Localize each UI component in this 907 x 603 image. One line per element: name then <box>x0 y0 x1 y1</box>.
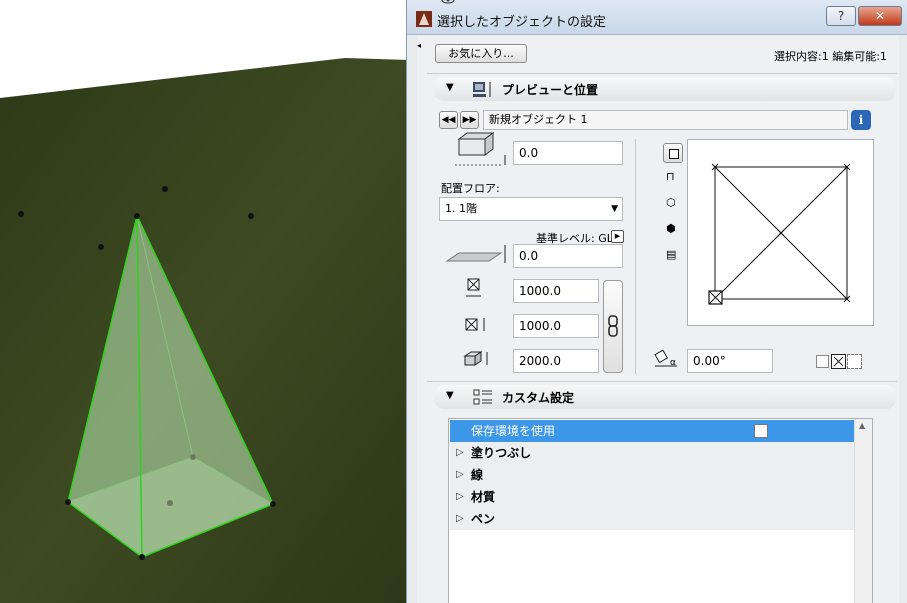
tree-row-label: 材質 <box>471 490 496 504</box>
depth-field[interactable]: 1000.0 <box>513 314 599 338</box>
reference-level-arrow-icon[interactable]: ▶ <box>611 230 624 243</box>
height-icon <box>463 351 488 366</box>
3d-scene <box>0 0 410 603</box>
depth-icon <box>465 318 485 331</box>
plan-view-icon[interactable] <box>663 143 683 163</box>
chain-link-icon <box>608 315 618 337</box>
plan-preview <box>708 163 851 305</box>
elevation-icon <box>455 132 506 166</box>
floor-select-value: 1. 1階 <box>445 202 477 215</box>
section-view-icon[interactable]: ⊓ <box>666 170 680 184</box>
info-icon[interactable]: i <box>851 110 871 130</box>
mirror-x-icon[interactable] <box>831 354 846 369</box>
expand-triangle-icon[interactable]: ▷ <box>456 442 464 464</box>
expand-triangle-icon[interactable]: ▼ <box>446 82 454 93</box>
tree-row-label: ペン <box>471 512 496 526</box>
offset-field[interactable]: 0.0 <box>513 244 623 268</box>
column-divider <box>635 139 636 374</box>
dialog-title: 選択したオブジェクトの設定 <box>437 15 607 30</box>
3d-view-icon[interactable]: ⬡ <box>666 196 680 210</box>
mirror-y-icon[interactable] <box>847 354 862 369</box>
use-saved-environment-checkbox[interactable] <box>754 424 768 438</box>
app-icon <box>416 11 432 27</box>
eye-icon <box>441 0 455 4</box>
preview-section-header[interactable]: ▼ プレビューと位置 <box>434 77 896 101</box>
close-button[interactable]: ✕ <box>858 6 902 26</box>
tree-scrollbar[interactable]: ▲ <box>854 419 872 603</box>
expand-triangle-icon[interactable]: ▷ <box>456 508 464 530</box>
divider <box>427 73 897 74</box>
divider <box>427 381 897 382</box>
selection-info: 選択内容:1 編集可能:1 <box>774 50 887 63</box>
offset-icon <box>445 245 506 263</box>
tree-row-label: 線 <box>471 468 484 482</box>
chevron-down-icon: ▼ <box>611 204 618 214</box>
tree-row-label: 保存環境を使用 <box>471 424 556 438</box>
3d-shaded-icon[interactable]: ⬢ <box>666 222 680 236</box>
preview-canvas[interactable] <box>687 139 874 326</box>
expand-triangle-icon[interactable]: ▷ <box>456 486 464 508</box>
preview-icon <box>473 82 491 97</box>
mirror-checkbox[interactable] <box>816 355 829 368</box>
help-button[interactable]: ? <box>826 6 856 26</box>
tree-row-fill[interactable]: ▷ 塗りつぶし <box>450 442 855 464</box>
object-name-field: 新規オブジェクト 1 <box>483 110 848 130</box>
scroll-up-icon[interactable]: ▲ <box>859 421 865 430</box>
custom-settings-icon <box>473 389 492 405</box>
tree-row-label: 塗りつぶし <box>471 446 532 460</box>
angle-icon: α <box>654 349 677 368</box>
preview-section-title: プレビューと位置 <box>502 83 599 97</box>
tree-row-line[interactable]: ▷ 線 <box>450 464 855 486</box>
next-arrow-icon[interactable]: ▶▶ <box>460 111 479 129</box>
tree-row-use-saved-environment[interactable]: 保存環境を使用 <box>450 420 855 442</box>
title-bar[interactable]: 選択したオブジェクトの設定 ? ✕ <box>407 0 907 35</box>
width-icon <box>466 278 481 297</box>
3d-viewport[interactable] <box>0 0 410 603</box>
floor-select[interactable]: 1. 1階 ▼ <box>439 197 623 221</box>
film-icon[interactable]: ▤ <box>666 248 680 262</box>
floor-label: 配置フロア: <box>441 182 500 195</box>
dialog-content: ◂ お気に入り... 選択内容:1 編集可能:1 ▼ プレビューと位置 ◀◀ ▶… <box>417 35 899 603</box>
object-settings-dialog: 選択したオブジェクトの設定 ? ✕ ◂ お気に入り... 選択内容:1 編集可能… <box>406 0 907 603</box>
prev-arrow-icon[interactable]: ◀◀ <box>439 111 458 129</box>
tree-row-pen[interactable]: ▷ ペン <box>450 508 855 530</box>
expand-triangle-icon[interactable]: ▷ <box>456 464 464 486</box>
svg-text:α: α <box>670 358 676 368</box>
custom-settings-tree: 保存環境を使用 ▷ 塗りつぶし ▷ 線 ▷ 材質 ▷ ペン ▲ <box>448 418 873 603</box>
favorites-button[interactable]: お気に入り... <box>435 44 527 63</box>
custom-settings-title: カスタム設定 <box>502 391 575 405</box>
angle-field[interactable]: 0.00° <box>687 349 773 373</box>
collapse-sidebar-icon[interactable]: ◂ <box>417 41 421 50</box>
width-field[interactable]: 1000.0 <box>513 279 599 303</box>
tree-row-material[interactable]: ▷ 材質 <box>450 486 855 508</box>
height-field[interactable]: 2000.0 <box>513 349 599 373</box>
expand-triangle-icon[interactable]: ▼ <box>446 390 454 401</box>
custom-settings-header[interactable]: ▼ カスタム設定 <box>434 385 896 409</box>
elevation-field[interactable]: 0.0 <box>513 141 623 165</box>
proportion-lock-button[interactable] <box>603 280 623 373</box>
